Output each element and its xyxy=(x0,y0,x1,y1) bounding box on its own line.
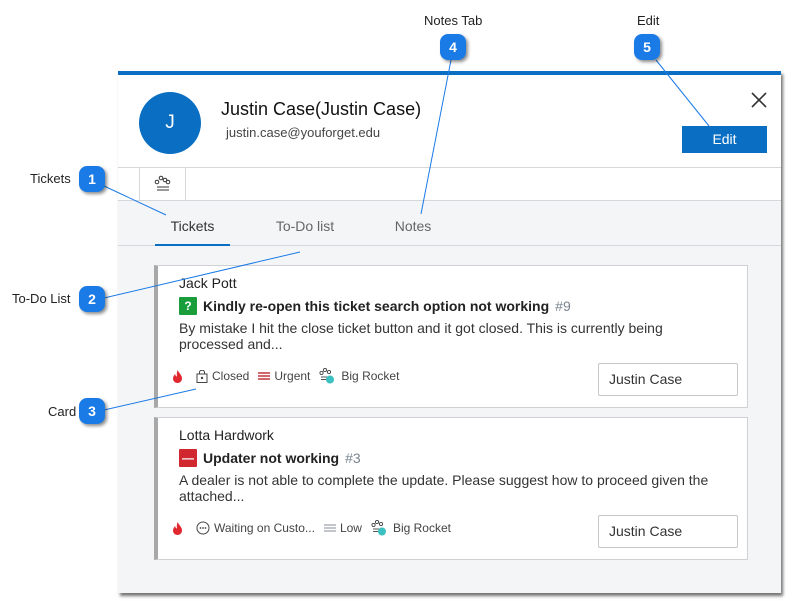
callout-badge-1: 1 xyxy=(79,166,105,192)
edit-button[interactable]: Edit xyxy=(682,126,767,153)
callout-badge-4: 4 xyxy=(440,34,466,60)
close-icon xyxy=(751,92,767,108)
meta-status: Closed xyxy=(196,369,249,383)
meta-priority: Low xyxy=(323,521,362,535)
callout-label-todo: To-Do List xyxy=(12,291,71,306)
assignee-field[interactable]: Justin Case xyxy=(598,363,738,396)
callout-label-card: Card xyxy=(48,404,77,419)
callout-label-notes-tab: Notes Tab xyxy=(424,13,483,28)
callout-label-tickets: Tickets xyxy=(30,171,71,186)
ticket-number: #9 xyxy=(555,298,571,314)
tab-tickets[interactable]: Tickets xyxy=(155,201,230,246)
callout-badge-2: 2 xyxy=(79,286,105,312)
workflow-icon xyxy=(154,175,171,191)
callout-badge-5: 5 xyxy=(634,34,660,60)
ticket-card[interactable]: Lotta Hardwork — Updater not working #3 … xyxy=(154,417,748,560)
ticket-workflow: Big Rocket xyxy=(392,521,451,535)
meta-flame xyxy=(172,521,187,535)
ticket-title-row: ? Kindly re-open this ticket search opti… xyxy=(179,297,571,315)
panel-toolbar xyxy=(118,168,781,201)
workflow-icon xyxy=(371,520,386,536)
meta-status: Waiting on Custo... xyxy=(196,521,315,535)
contact-panel: J Justin Case(Justin Case) justin.case@y… xyxy=(118,71,781,593)
ticket-requester: Jack Pott xyxy=(179,275,237,291)
priority-low-icon xyxy=(323,524,336,532)
workflow-button[interactable] xyxy=(139,168,186,201)
ticket-title[interactable]: Updater not working xyxy=(203,450,339,466)
tab-bar: Tickets To-Do list Notes xyxy=(118,201,781,246)
meta-workflow: Big Rocket xyxy=(319,368,399,384)
ticket-card[interactable]: Jack Pott ? Kindly re-open this ticket s… xyxy=(154,265,748,408)
panel-header: J Justin Case(Justin Case) justin.case@y… xyxy=(118,75,781,168)
callout-label-edit: Edit xyxy=(637,13,660,28)
ticket-meta: Closed Urgent Big Rocket xyxy=(172,368,408,384)
ticket-workflow: Big Rocket xyxy=(341,369,400,383)
tab-todo-list[interactable]: To-Do list xyxy=(263,201,347,246)
ticket-priority: Low xyxy=(339,521,362,535)
meta-priority: Urgent xyxy=(258,369,310,383)
meta-flame xyxy=(172,369,187,383)
workflow-icon xyxy=(319,368,335,384)
flame-icon xyxy=(173,369,182,383)
callout-badge-3: 3 xyxy=(79,398,105,424)
avatar: J xyxy=(139,92,201,154)
ticket-title-row: — Updater not working #3 xyxy=(179,449,361,467)
contact-email: justin.case@youforget.edu xyxy=(226,125,381,140)
close-button[interactable] xyxy=(749,90,769,110)
status-blocked-icon: — xyxy=(179,449,197,467)
contact-name: Justin Case(Justin Case) xyxy=(221,99,422,119)
meta-workflow: Big Rocket xyxy=(371,520,451,536)
flame-icon xyxy=(173,521,182,535)
ticket-title[interactable]: Kindly re-open this ticket search option… xyxy=(203,298,549,314)
ticket-number: #3 xyxy=(345,450,361,466)
ticket-status: Waiting on Custo... xyxy=(214,521,315,535)
ticket-status: Closed xyxy=(212,369,250,383)
tab-notes[interactable]: Notes xyxy=(383,201,443,246)
ticket-description: A dealer is not able to complete the upd… xyxy=(179,472,709,504)
ticket-requester: Lotta Hardwork xyxy=(179,427,274,443)
waiting-icon xyxy=(196,521,210,535)
status-question-icon: ? xyxy=(179,297,197,315)
ticket-meta: Waiting on Custo... Low Big Rocket xyxy=(172,520,460,536)
priority-urgent-icon xyxy=(258,372,271,380)
ticket-description: By mistake I hit the close ticket button… xyxy=(179,320,663,352)
lock-icon xyxy=(196,369,208,383)
assignee-field[interactable]: Justin Case xyxy=(598,515,738,548)
ticket-priority: Urgent xyxy=(274,369,311,383)
